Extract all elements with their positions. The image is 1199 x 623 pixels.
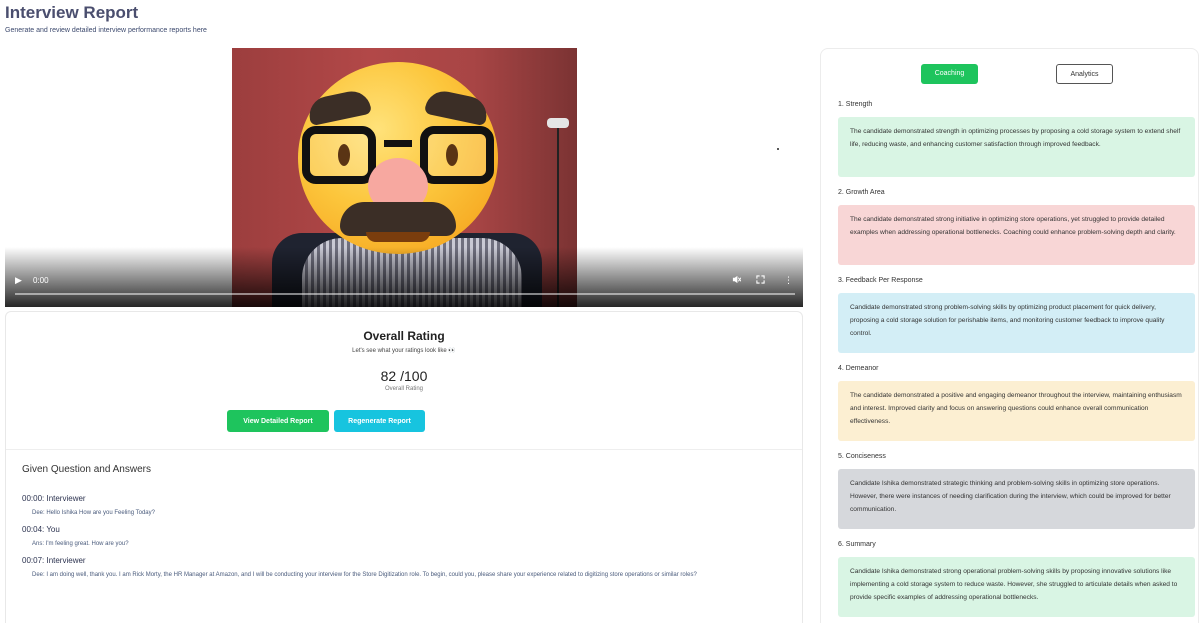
video-controls: ▶ 0:00 ⋮: [5, 273, 803, 299]
section-strength: 1. Strength The candidate demonstrated s…: [838, 101, 1195, 177]
qa-speaker: 00:04: You: [22, 525, 60, 534]
mustache: [340, 202, 456, 236]
qa-text: Dee: I am doing well, thank you. I am Ri…: [32, 572, 697, 578]
eye-left: [338, 144, 350, 166]
section-text: Candidate Ishika demonstrated strong ope…: [838, 557, 1195, 617]
disguise-emoji-icon: [298, 62, 498, 254]
section-title: 4. Demeanor: [838, 365, 879, 372]
mute-icon[interactable]: [732, 275, 742, 286]
section-title: 3. Feedback Per Response: [838, 277, 923, 284]
section-text: Candidate demonstrated strong problem-so…: [838, 293, 1195, 353]
section-demeanor: 4. Demeanor The candidate demonstrated a…: [838, 365, 1195, 441]
rating-subtitle: Let's see what your ratings look like 👀: [352, 348, 456, 354]
qa-speaker: 00:07: Interviewer: [22, 556, 86, 565]
regenerate-report-button[interactable]: Regenerate Report: [334, 410, 425, 432]
more-options-icon[interactable]: ⋮: [784, 275, 793, 286]
section-text: The candidate demonstrated strong initia…: [838, 205, 1195, 265]
coaching-panel: Coaching Analytics 1. Strength The candi…: [820, 48, 1199, 623]
fullscreen-icon[interactable]: [756, 275, 765, 286]
play-icon[interactable]: ▶: [15, 275, 22, 286]
section-title: 5. Conciseness: [838, 453, 886, 460]
section-title: 1. Strength: [838, 101, 873, 108]
qa-item: 00:07: Interviewer Dee: I am doing well,…: [22, 556, 792, 580]
section-text: The candidate demonstrated a positive an…: [838, 381, 1195, 441]
tab-analytics[interactable]: Analytics: [1056, 64, 1113, 84]
section-text: Candidate Ishika demonstrated strategic …: [838, 469, 1195, 529]
video-progress-bar[interactable]: [15, 293, 795, 295]
tab-coaching[interactable]: Coaching: [921, 64, 978, 84]
overall-score: 82 /100: [380, 368, 428, 384]
glasses-bridge: [384, 140, 412, 147]
score-label: Overall Rating: [384, 386, 423, 392]
lamp-image: [547, 118, 569, 128]
eye-right: [446, 144, 458, 166]
qa-list: 00:00: Interviewer Dee: Hello Ishika How…: [22, 494, 792, 587]
rating-title: Overall Rating: [363, 329, 445, 343]
section-title: 2. Growth Area: [838, 189, 885, 196]
rating-card: Overall Rating Let's see what your ratin…: [5, 311, 803, 623]
qa-title: Given Question and Answers: [22, 464, 151, 475]
section-text: The candidate demonstrated strength in o…: [838, 117, 1195, 177]
coaching-sections: 1. Strength The candidate demonstrated s…: [838, 101, 1195, 623]
mouth: [366, 232, 430, 242]
video-player[interactable]: ▶ 0:00 ⋮: [5, 48, 803, 307]
video-time: 0:00: [33, 276, 49, 285]
qa-text: Ans: I'm feeling great. How are you?: [32, 541, 129, 547]
view-detailed-report-button[interactable]: View Detailed Report: [227, 410, 329, 432]
page-subtitle: Generate and review detailed interview p…: [5, 27, 207, 34]
section-feedback: 3. Feedback Per Response Candidate demon…: [838, 277, 1195, 353]
stray-dot: [777, 148, 779, 150]
page-title: Interview Report: [5, 3, 139, 22]
eyebrow-left: [305, 87, 373, 127]
section-title: 6. Summary: [838, 541, 876, 548]
section-growth-area: 2. Growth Area The candidate demonstrate…: [838, 189, 1195, 265]
section-summary: 6. Summary Candidate Ishika demonstrated…: [838, 541, 1195, 617]
qa-item: 00:04: You Ans: I'm feeling great. How a…: [22, 525, 792, 549]
section-conciseness: 5. Conciseness Candidate Ishika demonstr…: [838, 453, 1195, 529]
qa-speaker: 00:00: Interviewer: [22, 494, 86, 503]
divider: [6, 449, 802, 450]
qa-text: Dee: Hello Ishika How are you Feeling To…: [32, 510, 155, 516]
eyebrow-right: [423, 87, 491, 127]
qa-item: 00:00: Interviewer Dee: Hello Ishika How…: [22, 494, 792, 518]
